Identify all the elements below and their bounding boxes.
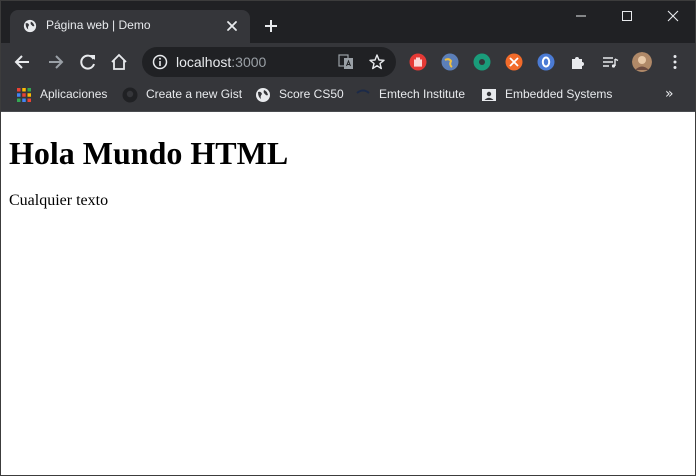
- menu-kebab-icon[interactable]: [666, 53, 684, 71]
- page-heading: Hola Mundo HTML: [9, 135, 289, 171]
- translate-icon[interactable]: [338, 54, 354, 70]
- reload-icon[interactable]: [78, 52, 98, 72]
- bookmarks-bar: Aplicaciones Create a new Gist Score CS5…: [1, 80, 695, 112]
- home-icon[interactable]: [109, 52, 129, 72]
- bookmark-label: Score CS50: [279, 87, 344, 101]
- forward-arrow-icon[interactable]: [45, 52, 65, 72]
- bookmark-label: Aplicaciones: [40, 87, 108, 101]
- tab-title: Página web | Demo: [46, 18, 151, 32]
- url-port: :3000: [231, 54, 267, 70]
- globe-favicon-icon: [23, 19, 37, 33]
- url-host: localhost: [176, 54, 232, 70]
- page-paragraph: Cualquier texto: [9, 192, 109, 209]
- bookmark-label: Create a new Gist: [146, 87, 243, 101]
- close-window-button[interactable]: [650, 1, 695, 31]
- bookmark-label: Embedded Systems: [505, 87, 613, 101]
- globe-icon: [256, 88, 270, 102]
- blue-ring-extension-icon[interactable]: [537, 53, 555, 71]
- github-icon: [122, 87, 138, 103]
- globe-extension-icon[interactable]: [441, 53, 459, 71]
- extensions-puzzle-icon[interactable]: [569, 53, 587, 71]
- minimize-icon: [576, 15, 586, 17]
- portrait-icon: [482, 89, 496, 101]
- maximize-icon: [622, 11, 632, 21]
- maximize-button[interactable]: [604, 1, 650, 31]
- orange-extension-icon[interactable]: [505, 53, 523, 71]
- minimize-button[interactable]: [558, 1, 604, 31]
- profile-avatar[interactable]: [632, 52, 652, 72]
- close-tab-icon[interactable]: [224, 18, 240, 34]
- new-tab-icon[interactable]: [263, 18, 279, 34]
- back-arrow-icon[interactable]: [13, 52, 33, 72]
- page-content: Hola Mundo HTML Cualquier texto: [1, 112, 695, 475]
- apps-grid-icon: [17, 88, 31, 102]
- active-tab[interactable]: Página web | Demo: [10, 10, 250, 43]
- teal-extension-icon[interactable]: [473, 53, 491, 71]
- toolbar: localhost:3000: [1, 43, 695, 80]
- bookmark-label: Emtech Institute: [379, 87, 466, 101]
- tab-strip: Página web | Demo: [1, 1, 695, 43]
- more-bookmarks-button[interactable]: »: [665, 86, 674, 102]
- media-queue-icon[interactable]: [601, 53, 619, 71]
- bookmark-star-icon[interactable]: [368, 53, 386, 71]
- emtech-icon: [356, 89, 370, 94]
- browser-window: Página web | Demo localhost:3000 Aplicac…: [0, 0, 696, 476]
- close-icon: [667, 10, 679, 22]
- address-bar[interactable]: localhost:3000: [142, 47, 396, 77]
- site-info-icon[interactable]: [152, 54, 168, 70]
- red-hand-extension-icon[interactable]: [409, 53, 427, 71]
- url-text: localhost:3000: [176, 54, 266, 70]
